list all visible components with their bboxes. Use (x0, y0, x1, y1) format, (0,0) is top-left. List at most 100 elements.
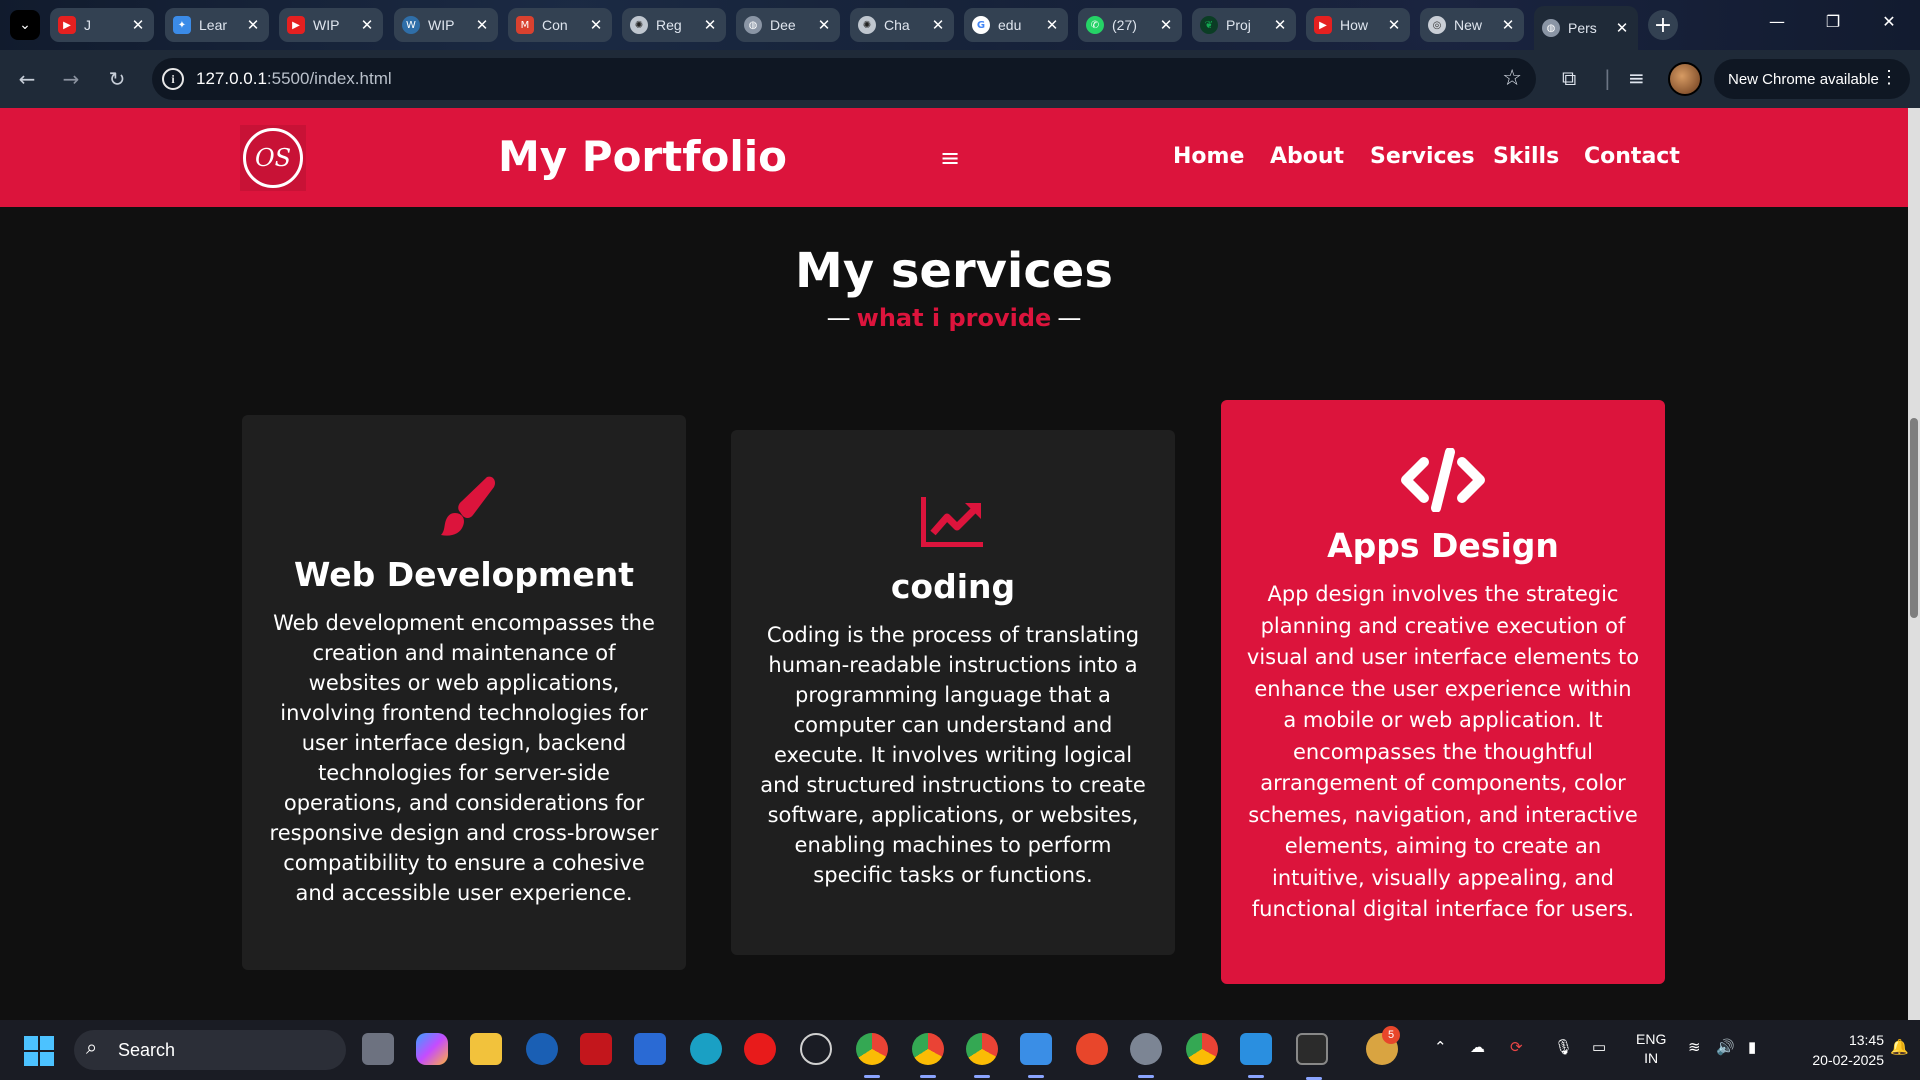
service-card-coding[interactable]: coding Coding is the process of translat… (731, 430, 1175, 955)
more-menu-icon[interactable]: ⋮ (1880, 67, 1898, 88)
page-scrollbar[interactable] (1908, 108, 1920, 1020)
windows-start-icon[interactable] (24, 1036, 54, 1066)
system-clock[interactable]: 13:45 20-02-2025 (1784, 1030, 1884, 1070)
browser-tab[interactable]: ▶ WIP ✕ (279, 8, 383, 42)
close-icon[interactable]: ✕ (130, 16, 146, 34)
tab-title: Pers (1568, 20, 1597, 36)
chrome-profile-icon[interactable] (1186, 1033, 1218, 1065)
card-description: App design involves the strategic planni… (1246, 582, 1640, 921)
close-icon[interactable]: ✕ (816, 16, 832, 34)
back-icon[interactable]: ← (14, 66, 40, 92)
taskbar-search[interactable]: ⌕ Search (74, 1030, 346, 1070)
browser-tab[interactable]: M Con ✕ (508, 8, 612, 42)
reload-icon[interactable]: ↻ (104, 66, 130, 92)
site-header: OS My Portfolio ≡ Home About Services Sk… (0, 108, 1908, 207)
sync-icon[interactable]: ⟳ (1510, 1038, 1523, 1056)
display-icon[interactable]: ▭ (1592, 1038, 1606, 1056)
notifications-bell-icon[interactable]: 🔔 (1890, 1038, 1909, 1056)
nav-link-skills[interactable]: Skills (1493, 144, 1559, 169)
browser-tab[interactable]: ◎ New ✕ (1420, 8, 1524, 42)
close-window-icon[interactable]: ✕ (1874, 12, 1904, 31)
volume-icon[interactable]: 🔊 (1716, 1038, 1735, 1056)
close-icon[interactable]: ✕ (359, 16, 375, 34)
nav-link-home[interactable]: Home (1173, 144, 1244, 169)
service-card-apps-design[interactable]: Apps Design App design involves the stra… (1221, 400, 1665, 984)
site-info-icon[interactable]: i (162, 68, 184, 90)
close-icon[interactable]: ✕ (1044, 16, 1060, 34)
bookmark-star-icon[interactable]: ☆ (1502, 66, 1522, 91)
close-icon[interactable]: ✕ (245, 16, 261, 34)
tab-search-button[interactable]: ⌄ (10, 10, 40, 40)
new-tab-button[interactable]: + (1648, 10, 1678, 40)
browser-tab[interactable]: ▶ How ✕ (1306, 8, 1410, 42)
edge-icon[interactable] (690, 1033, 722, 1065)
restore-icon[interactable]: ❐ (1818, 12, 1848, 31)
close-icon[interactable]: ✕ (474, 16, 490, 34)
microsoft-store-icon[interactable] (634, 1033, 666, 1065)
forward-icon[interactable]: → (58, 66, 84, 92)
close-icon[interactable]: ✕ (930, 16, 946, 34)
close-icon[interactable]: ✕ (702, 16, 718, 34)
show-hidden-icons[interactable]: ⌃ (1434, 1038, 1447, 1056)
microphone-icon[interactable]: 🎙 (1554, 1038, 1573, 1056)
mcafee-icon[interactable] (580, 1033, 612, 1065)
vscode-icon[interactable] (1240, 1033, 1272, 1078)
nav-link-about[interactable]: About (1270, 144, 1344, 169)
browser-tab[interactable]: ✺ Reg ✕ (622, 8, 726, 42)
close-icon[interactable]: ✕ (1614, 19, 1630, 37)
onedrive-icon[interactable]: ☁ (1470, 1038, 1485, 1056)
language-code: ENG (1636, 1031, 1667, 1047)
brand-title[interactable]: My Portfolio (498, 132, 787, 181)
chrome-update-button[interactable]: New Chrome available ⋮ (1714, 59, 1910, 99)
close-icon[interactable]: ✕ (1272, 16, 1288, 34)
wps-office-icon[interactable] (1076, 1033, 1108, 1065)
close-icon[interactable]: ✕ (1386, 16, 1402, 34)
youtube-icon: ▶ (1314, 16, 1332, 34)
settings-gear-icon[interactable] (1130, 1033, 1162, 1078)
url-text[interactable]: 127.0.0.1:5500/index.html (196, 69, 392, 89)
browser-tab[interactable]: G edu ✕ (964, 8, 1068, 42)
nav-link-contact[interactable]: Contact (1584, 144, 1680, 169)
site-logo[interactable]: OS (243, 128, 303, 188)
browser-tab[interactable]: ❦ Proj ✕ (1192, 8, 1296, 42)
nav-link-services[interactable]: Services (1370, 144, 1475, 169)
google-icon: G (972, 16, 990, 34)
chrome-profile-icon[interactable] (966, 1033, 998, 1078)
browser-tab[interactable]: W WIP ✕ (394, 8, 498, 42)
profile-avatar[interactable] (1668, 62, 1702, 96)
close-icon[interactable]: ✕ (1500, 16, 1516, 34)
file-explorer-icon[interactable] (470, 1033, 502, 1065)
language-indicator[interactable]: ENG IN (1636, 1030, 1666, 1068)
tab-title: WIP (428, 17, 455, 33)
browser-tab[interactable]: ▶ J ✕ (50, 8, 154, 42)
chrome-active-icon[interactable] (912, 1033, 944, 1078)
battery-icon[interactable]: ▮ (1748, 1038, 1756, 1056)
wifi-icon[interactable]: ≋ (1688, 1038, 1701, 1056)
card-title: Apps Design (1327, 526, 1559, 565)
hamburger-menu-icon[interactable]: ≡ (940, 144, 960, 172)
photos-icon[interactable] (1020, 1033, 1052, 1078)
task-view-icon[interactable] (362, 1033, 394, 1065)
obs-icon[interactable] (800, 1033, 832, 1065)
close-icon[interactable]: ✕ (588, 16, 604, 34)
minimize-icon[interactable]: — (1762, 12, 1792, 31)
chrome-profile-icon[interactable] (856, 1033, 888, 1078)
url-path: :5500/index.html (266, 69, 392, 88)
terminal-icon[interactable] (1296, 1033, 1328, 1080)
browser-tab[interactable]: ◍ Dee ✕ (736, 8, 840, 42)
reading-list-icon[interactable]: ≡ (1628, 66, 1645, 90)
opera-icon[interactable] (744, 1033, 776, 1065)
copilot-icon[interactable] (416, 1033, 448, 1065)
scrollbar-thumb[interactable] (1910, 418, 1918, 618)
close-icon[interactable]: ✕ (1158, 16, 1174, 34)
dell-icon[interactable] (526, 1033, 558, 1065)
browser-tab[interactable]: ✆ (27) ✕ (1078, 8, 1182, 42)
tab-title: How (1340, 17, 1369, 33)
browser-tab[interactable]: ✦ Lear ✕ (165, 8, 269, 42)
tab-title: New (1454, 17, 1483, 33)
browser-tab-active[interactable]: ◍ Pers ✕ (1534, 6, 1638, 50)
service-card-web-development[interactable]: Web Development Web development encompas… (242, 415, 686, 970)
address-bar[interactable]: i 127.0.0.1:5500/index.html ☆ (152, 58, 1536, 100)
extensions-icon[interactable]: ⧉ (1562, 66, 1576, 90)
browser-tab[interactable]: ✺ Cha ✕ (850, 8, 954, 42)
